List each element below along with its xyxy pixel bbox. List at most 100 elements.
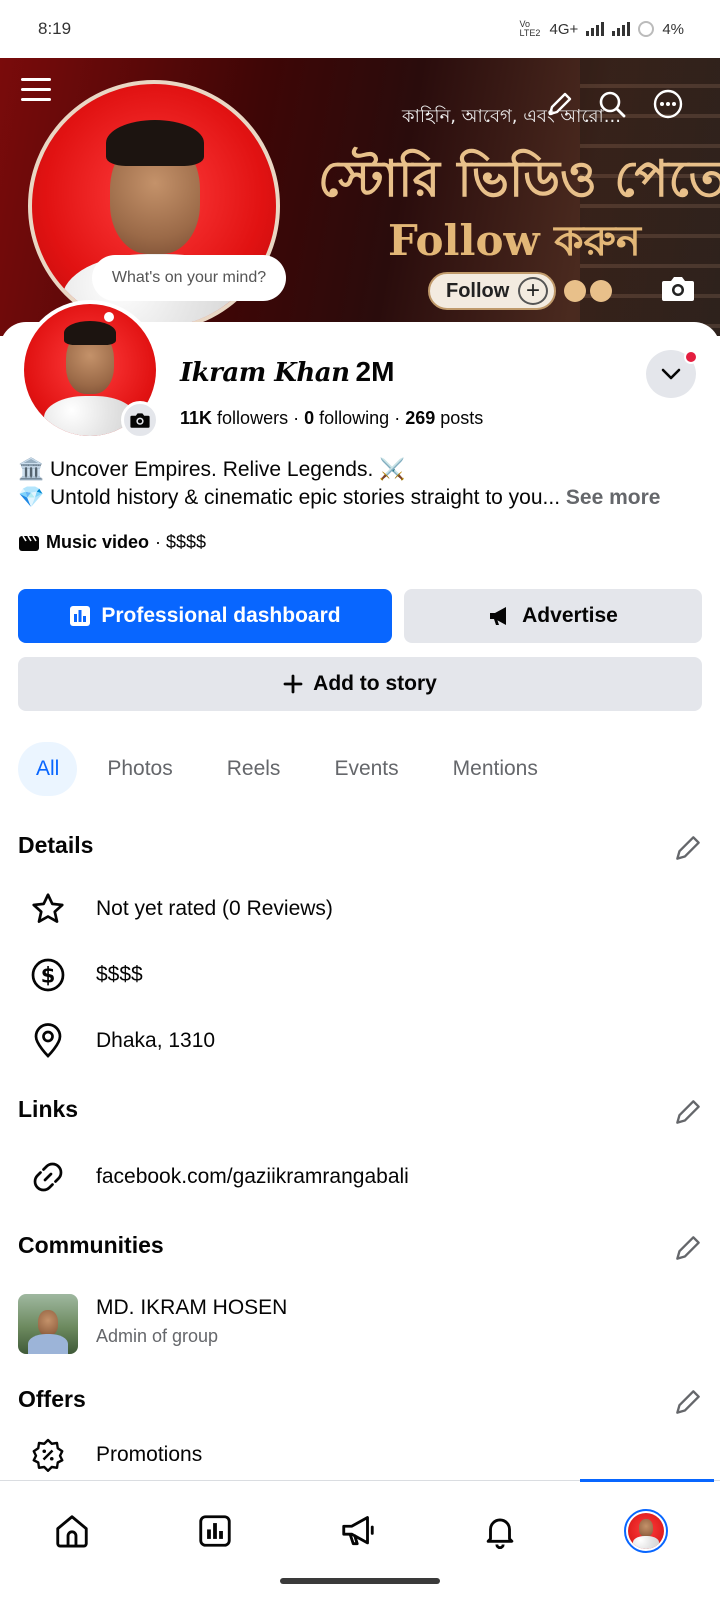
discount-badge-icon (28, 1435, 68, 1475)
edit-links-icon[interactable] (672, 1096, 704, 1128)
menu-icon[interactable] (14, 68, 58, 112)
add-to-story-label: Add to story (313, 672, 437, 695)
battery-icon (638, 21, 655, 37)
edit-communities-icon[interactable] (672, 1232, 704, 1264)
cover-follow-label: Follow (446, 279, 510, 302)
location-pin-icon (28, 1021, 68, 1061)
posts-label: posts (440, 408, 484, 428)
link-icon (28, 1157, 68, 1197)
category-label: Music video (46, 532, 150, 552)
edit-offers-icon[interactable] (672, 1386, 704, 1418)
rating-row[interactable]: Not yet rated (0 Reviews) (0, 879, 720, 939)
avatar-status-dot (104, 312, 114, 322)
location-row[interactable]: Dhaka, 1310 (0, 1011, 720, 1071)
avatar-camera-icon[interactable] (121, 401, 159, 439)
following-count: 0 (304, 408, 315, 428)
megaphone-icon (490, 607, 507, 625)
tab-mentions[interactable]: Mentions (429, 742, 562, 796)
search-icon[interactable] (590, 82, 634, 126)
avatar-hair (64, 321, 116, 345)
cover-tagline: কাহিনি, আবেগ, এবং আরো... (402, 106, 621, 127)
edit-pencil-icon[interactable] (538, 82, 582, 126)
tab-all[interactable]: All (18, 742, 78, 796)
bio-line-2-wrap: 💎 Untold history & cinematic epic storie… (18, 484, 660, 512)
professional-dashboard-label: Professional dashboard (101, 604, 341, 627)
link-url[interactable]: facebook.com/gaziikramrangabali (96, 1165, 409, 1189)
portrait-hair (106, 120, 204, 166)
notification-dot (684, 350, 698, 364)
followers-count: 11K (180, 408, 213, 428)
followers-badge: 2M (355, 356, 395, 387)
profile-stats[interactable]: 11K followers · 0 following · 269 posts (180, 408, 483, 429)
profile-tabs: All Photos Reels Events Mentions (18, 742, 562, 796)
advertise-label: Advertise (522, 604, 618, 627)
add-to-story-button[interactable]: Add to story (18, 657, 702, 711)
price-row: $ $$$$ (0, 945, 720, 1005)
dashboard-chart-icon (70, 606, 91, 626)
more-options-icon[interactable] (646, 82, 690, 126)
star-icon (28, 889, 68, 929)
facebook-icon (564, 280, 586, 302)
details-title: Details (18, 832, 94, 858)
promotions-label: Promotions (96, 1443, 203, 1466)
bell-icon[interactable] (472, 1503, 528, 1559)
status-indicators: Vo LTE2 4G+ 4% (520, 20, 684, 38)
cover-photo[interactable]: কাহিনি, আবেগ, এবং আরো... স্টোরি ভিডিও পে… (0, 58, 720, 336)
status-bar: 8:19 Vo LTE2 4G+ 4% (0, 0, 720, 58)
promotions-row[interactable]: Promotions (0, 1433, 720, 1477)
location-text: Dhaka, 1310 (96, 1029, 216, 1052)
stats-separator: · (293, 408, 305, 428)
plus-icon (283, 674, 303, 694)
rating-text: Not yet rated (0 Reviews) (96, 897, 333, 920)
edit-details-icon[interactable] (672, 832, 704, 864)
community-face (38, 1310, 58, 1336)
svg-text:$: $ (41, 964, 56, 988)
community-role: Admin of group (96, 1326, 219, 1346)
whats-on-your-mind-bubble[interactable]: What's on your mind? (92, 255, 286, 301)
professional-dashboard-button[interactable]: Professional dashboard (18, 589, 392, 643)
clapperboard-icon (19, 535, 39, 551)
followers-label: followers (217, 408, 289, 428)
nav-avatar-shirt (633, 1536, 659, 1549)
offers-title: Offers (18, 1386, 86, 1412)
price-text: $$$$ (96, 963, 143, 986)
posts-count: 269 (405, 408, 436, 428)
profile-name-row: Ikram Khan 2M (180, 356, 394, 388)
links-title: Links (18, 1096, 79, 1122)
cover-follow-graphic: Follow + (428, 272, 556, 310)
following-label: following (319, 408, 390, 428)
tab-photos[interactable]: Photos (83, 742, 196, 796)
profile-nav-avatar[interactable] (618, 1503, 674, 1559)
community-name[interactable]: MD. IKRAM HOSEN (96, 1296, 287, 1320)
home-icon[interactable] (44, 1503, 100, 1559)
stats-separator: · (394, 408, 406, 428)
status-time: 8:19 (38, 19, 72, 38)
community-avatar[interactable] (18, 1294, 78, 1354)
active-tab-indicator (580, 1479, 714, 1482)
social-icons (564, 280, 612, 302)
instagram-icon (590, 280, 612, 302)
advertise-button[interactable]: Advertise (404, 589, 702, 643)
megaphone-nav-icon[interactable] (330, 1503, 386, 1559)
dollar-icon: $ (28, 955, 68, 995)
profile-name: Ikram Khan (180, 358, 350, 388)
home-indicator[interactable] (280, 1578, 440, 1584)
signal-icon (586, 22, 605, 36)
chevron-down-icon (661, 368, 681, 380)
nav-avatar-face (639, 1519, 653, 1537)
tab-reels[interactable]: Reels (203, 742, 305, 796)
see-more-link[interactable]: See more (566, 486, 661, 509)
category-price: · $$$$ (155, 532, 207, 552)
bio-line-2: 💎 Untold history & cinematic epic storie… (18, 486, 561, 509)
cover-follow-text: Follow করুন (388, 216, 641, 265)
communities-title: Communities (18, 1232, 164, 1258)
cover-camera-icon[interactable] (654, 268, 702, 308)
bio-line-1: 🏛️ Uncover Empires. Relive Legends. ⚔️ (18, 458, 406, 481)
lte-label: Vo LTE2 (519, 19, 541, 38)
tab-events[interactable]: Events (310, 742, 422, 796)
plus-icon: + (518, 277, 548, 305)
battery-level: 4% (662, 20, 684, 38)
profile-bio: 🏛️ Uncover Empires. Relive Legends. ⚔️ 💎… (18, 456, 660, 512)
link-row[interactable]: facebook.com/gaziikramrangabali (0, 1147, 720, 1207)
dashboard-icon[interactable] (187, 1503, 243, 1559)
